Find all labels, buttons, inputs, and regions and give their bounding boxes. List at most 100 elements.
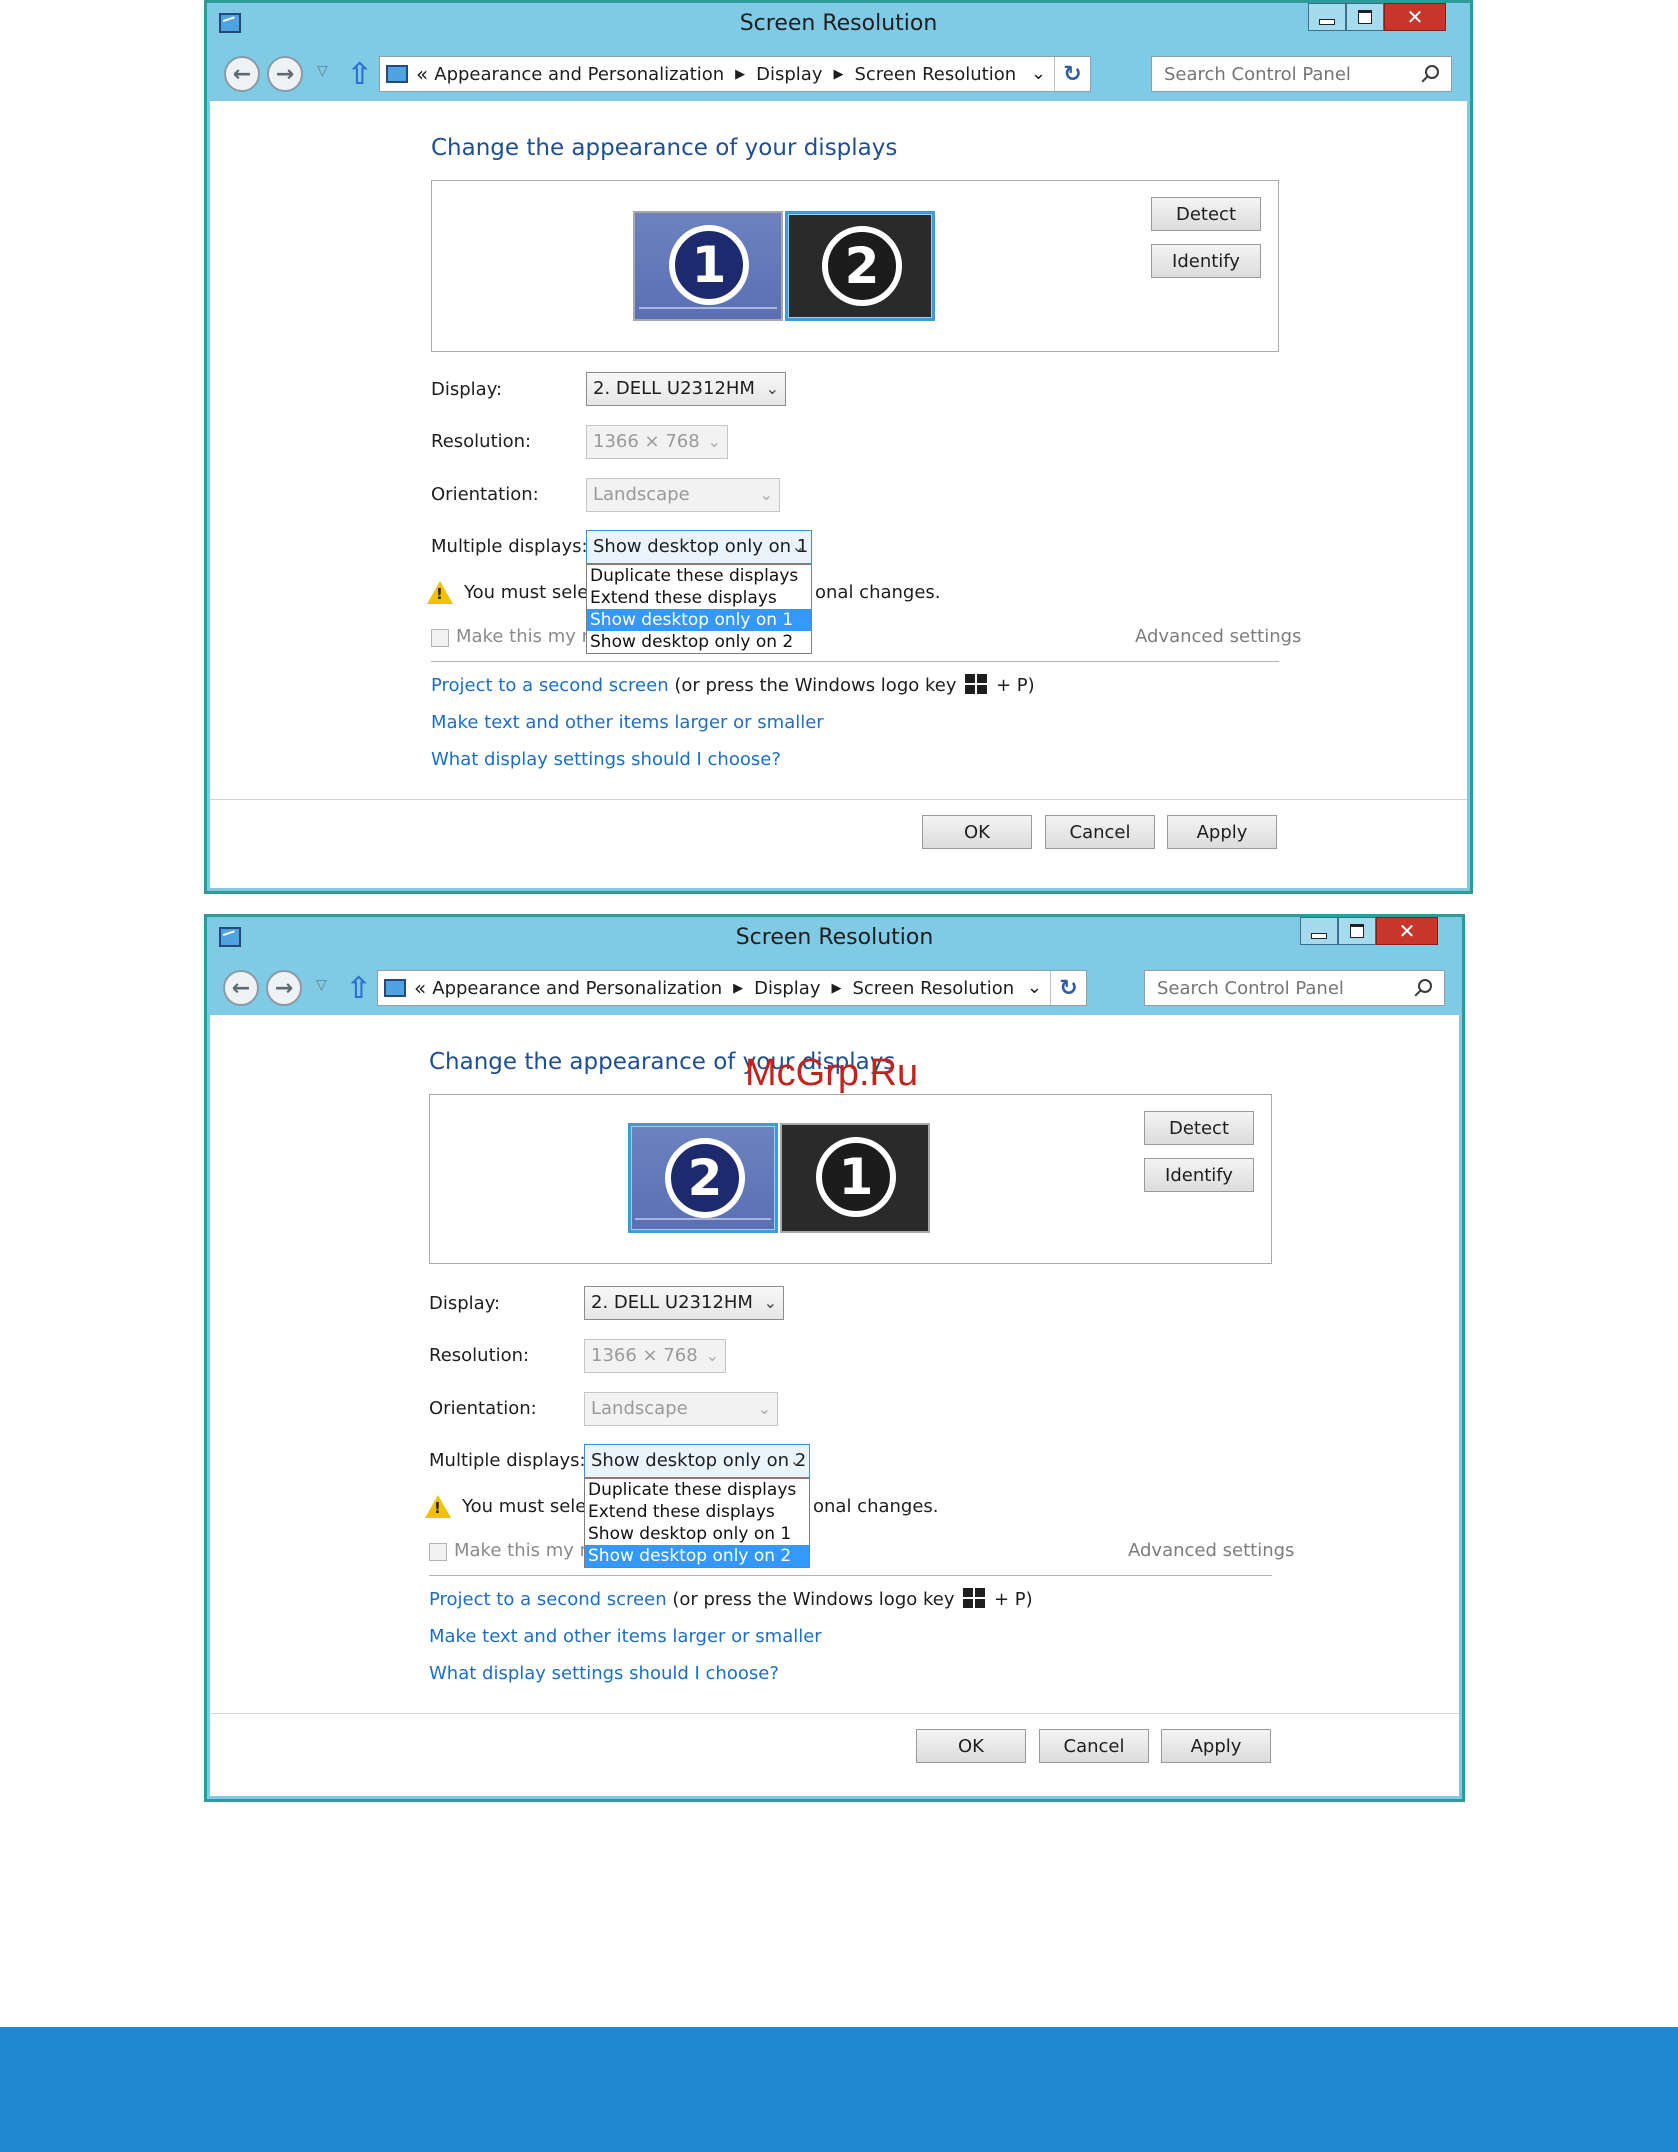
cancel-button[interactable]: Cancel — [1045, 815, 1155, 849]
content-area: Change the appearance of your displays 2… — [210, 1015, 1459, 1796]
minimize-icon — [1319, 19, 1335, 25]
refresh-button[interactable]: ↻ — [1050, 971, 1086, 1005]
breadcrumb-item[interactable]: Appearance and Personalization — [434, 64, 724, 85]
navigation-bar: ← → ▽ ⇧ « Appearance and Personalization… — [207, 957, 1462, 1013]
display-settings-help-link[interactable]: What display settings should I choose? — [429, 1663, 779, 1684]
display-select[interactable]: 2. DELL U2312HM ⌄ — [586, 372, 786, 406]
breadcrumb-separator-icon[interactable]: ▶ — [831, 981, 841, 996]
forward-button[interactable]: → — [266, 970, 302, 1006]
forward-button[interactable]: → — [267, 56, 303, 92]
dropdown-option-only-2[interactable]: Show desktop only on 2 — [587, 631, 811, 653]
back-button[interactable]: ← — [223, 970, 259, 1006]
breadcrumb-item[interactable]: Screen Resolution — [854, 64, 1016, 85]
multiple-displays-select[interactable]: Show desktop only on 2 ⌄ — [584, 1444, 810, 1478]
text-size-link[interactable]: Make text and other items larger or smal… — [429, 1626, 822, 1647]
breadcrumb-overflow[interactable]: « — [416, 62, 428, 86]
minimize-button[interactable] — [1300, 917, 1338, 945]
refresh-button[interactable]: ↻ — [1054, 57, 1090, 91]
maximize-button[interactable] — [1346, 3, 1384, 31]
recent-pages-icon[interactable]: ▽ — [317, 63, 328, 79]
ok-button[interactable]: OK — [922, 815, 1032, 849]
breadcrumb-item[interactable]: Display — [756, 64, 822, 85]
dropdown-option-duplicate[interactable]: Duplicate these displays — [585, 1479, 809, 1501]
identify-button[interactable]: Identify — [1151, 244, 1261, 278]
dropdown-option-extend[interactable]: Extend these displays — [585, 1501, 809, 1523]
close-button[interactable]: ✕ — [1376, 917, 1438, 945]
title-bar[interactable]: Screen Resolution ✕ — [207, 917, 1462, 957]
dropdown-option-only-1[interactable]: Show desktop only on 1 — [587, 609, 811, 631]
detect-button[interactable]: Detect — [1151, 197, 1261, 231]
back-button[interactable]: ← — [224, 56, 260, 92]
display-select[interactable]: 2. DELL U2312HM ⌄ — [584, 1286, 784, 1320]
apply-button[interactable]: Apply — [1161, 1729, 1271, 1763]
monitor-1[interactable]: 1 — [780, 1123, 930, 1233]
breadcrumb-item[interactable]: Appearance and Personalization — [432, 978, 722, 999]
multiple-displays-dropdown: Duplicate these displays Extend these di… — [586, 564, 812, 654]
search-input[interactable] — [1145, 971, 1404, 1005]
monitor-taskbar — [635, 1218, 771, 1220]
title-bar[interactable]: Screen Resolution ✕ — [207, 3, 1470, 43]
divider — [431, 661, 1279, 662]
text-size-link[interactable]: Make text and other items larger or smal… — [431, 712, 824, 733]
chevron-down-icon: ⌄ — [791, 537, 805, 556]
navigation-bar: ← → ▽ ⇧ « Appearance and Personalization… — [207, 43, 1470, 99]
dropdown-option-only-2[interactable]: Show desktop only on 2 — [585, 1545, 809, 1567]
close-icon: ✕ — [1398, 919, 1416, 943]
ok-button[interactable]: OK — [916, 1729, 1026, 1763]
chevron-down-icon[interactable]: ⌄ — [1031, 63, 1046, 84]
close-button[interactable]: ✕ — [1384, 3, 1446, 31]
search-box[interactable] — [1151, 56, 1452, 92]
warning-text-tail: onal changes. — [815, 582, 941, 603]
search-box[interactable] — [1144, 970, 1445, 1006]
project-second-screen-link[interactable]: Project to a second screen — [429, 1589, 667, 1610]
windows-logo-icon — [963, 1588, 986, 1608]
maximize-button[interactable] — [1338, 917, 1376, 945]
breadcrumb-item[interactable]: Screen Resolution — [852, 978, 1014, 999]
breadcrumb-separator-icon[interactable]: ▶ — [735, 67, 745, 82]
display-settings-help-link[interactable]: What display settings should I choose? — [431, 749, 781, 770]
dropdown-option-extend[interactable]: Extend these displays — [587, 587, 811, 609]
breadcrumb-item[interactable]: Display — [754, 978, 820, 999]
windows-logo-icon — [965, 674, 988, 694]
up-arrow-icon[interactable]: ⇧ — [346, 971, 371, 1006]
advanced-settings-link[interactable]: Advanced settings — [1128, 1540, 1294, 1561]
multiple-displays-dropdown: Duplicate these displays Extend these di… — [584, 1478, 810, 1568]
up-arrow-icon[interactable]: ⇧ — [347, 57, 372, 92]
minimize-button[interactable] — [1308, 3, 1346, 31]
project-second-screen-link[interactable]: Project to a second screen — [431, 675, 669, 696]
recent-pages-icon[interactable]: ▽ — [316, 977, 327, 993]
apply-button[interactable]: Apply — [1167, 815, 1277, 849]
dropdown-option-only-1[interactable]: Show desktop only on 1 — [585, 1523, 809, 1545]
chevron-down-icon: ⌄ — [789, 1451, 803, 1470]
resolution-select-value: 1366 × 768 — [591, 1345, 698, 1366]
advanced-settings-link[interactable]: Advanced settings — [1135, 626, 1301, 647]
cancel-button[interactable]: Cancel — [1039, 1729, 1149, 1763]
resolution-select-value: 1366 × 768 — [593, 431, 700, 452]
search-icon[interactable] — [1425, 65, 1439, 79]
breadcrumb-overflow[interactable]: « — [414, 976, 426, 1000]
detect-button[interactable]: Detect — [1144, 1111, 1254, 1145]
primary-display-checkbox[interactable] — [429, 1543, 447, 1561]
monitor-2[interactable]: 2 — [628, 1123, 778, 1233]
breadcrumb-separator-icon[interactable]: ▶ — [833, 67, 843, 82]
dropdown-option-duplicate[interactable]: Duplicate these displays — [587, 565, 811, 587]
chevron-down-icon[interactable]: ⌄ — [1027, 977, 1042, 998]
identify-button[interactable]: Identify — [1144, 1158, 1254, 1192]
refresh-icon: ↻ — [1063, 61, 1082, 87]
project-hint-shortcut: + P) — [988, 1589, 1033, 1610]
breadcrumb-separator-icon[interactable]: ▶ — [733, 981, 743, 996]
monitor-2[interactable]: 2 — [785, 211, 935, 321]
address-bar[interactable]: « Appearance and Personalization ▶ Displ… — [379, 56, 1091, 92]
search-icon[interactable] — [1418, 979, 1432, 993]
resolution-label: Resolution: — [429, 1345, 530, 1366]
screen-resolution-window-1: Screen Resolution ✕ ← → ▽ ⇧ « Appearance… — [204, 0, 1473, 894]
multiple-displays-value: Show desktop only on 1 — [593, 536, 809, 557]
chevron-down-icon: ⌄ — [759, 485, 773, 504]
search-input[interactable] — [1152, 57, 1411, 91]
watermark-text: McGrp.Ru — [745, 1052, 919, 1094]
multiple-displays-select[interactable]: Show desktop only on 1 ⌄ — [586, 530, 812, 564]
primary-display-checkbox[interactable] — [431, 629, 449, 647]
display-label: Display: — [429, 1293, 501, 1314]
address-bar[interactable]: « Appearance and Personalization ▶ Displ… — [377, 970, 1087, 1006]
monitor-1[interactable]: 1 — [633, 211, 783, 321]
